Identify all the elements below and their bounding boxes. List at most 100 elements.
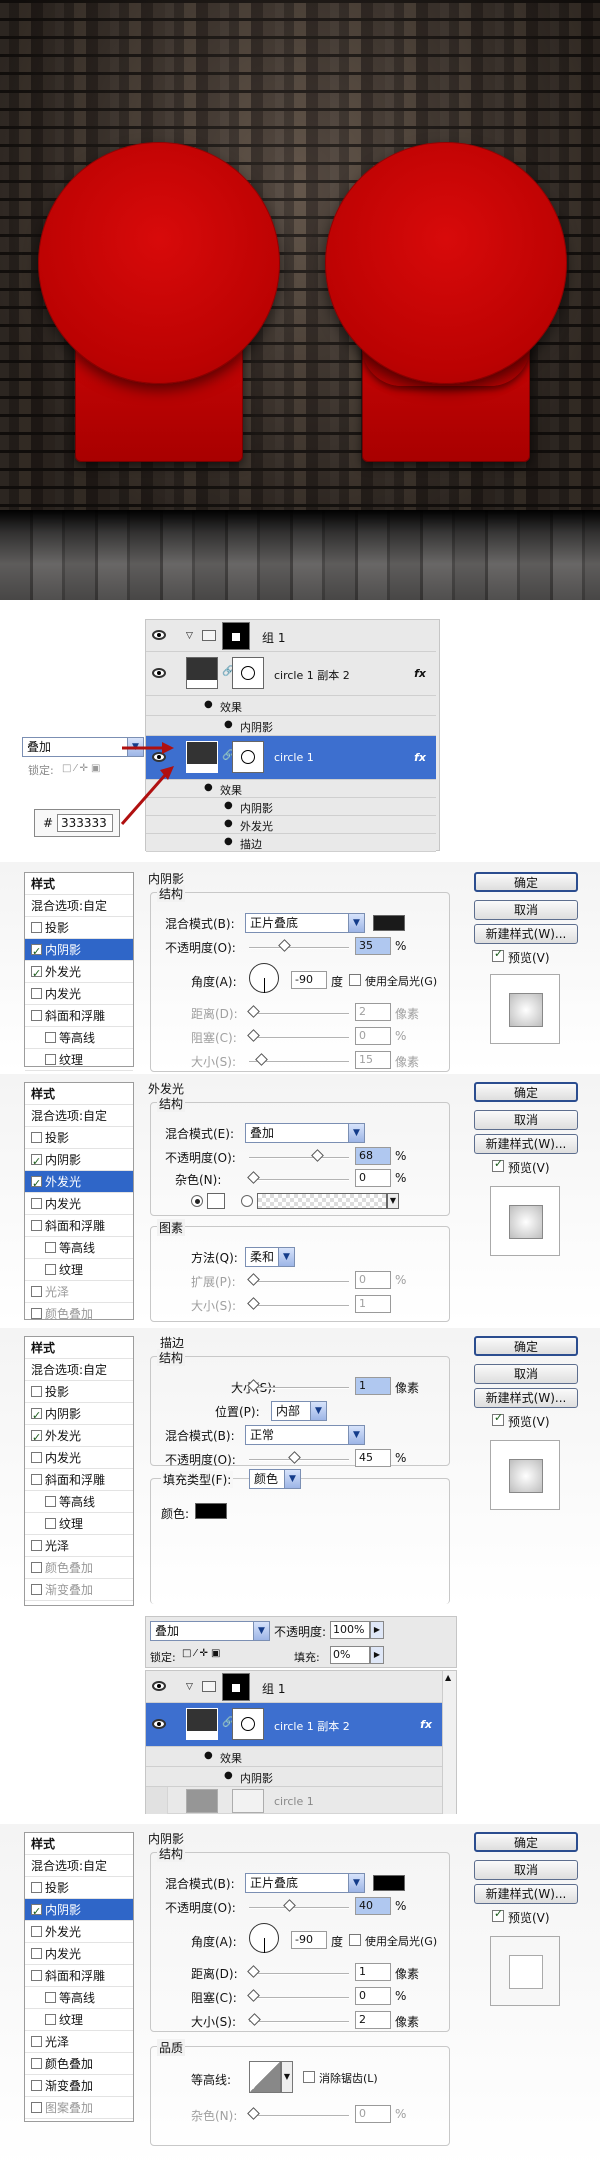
noise-slider[interactable]	[247, 2107, 349, 2120]
sidebar-outer-glow[interactable]: 外发光	[25, 1171, 133, 1195]
eye-icon[interactable]: ●	[224, 719, 233, 730]
preview-checkbox[interactable]	[492, 947, 504, 962]
effects-row[interactable]: ● 效果	[146, 1747, 442, 1767]
angle-input[interactable]: -90	[291, 971, 327, 989]
sidebar-color-overlay[interactable]: 颜色叠加	[25, 1303, 133, 1324]
preview-checkbox[interactable]	[492, 1411, 504, 1426]
chevron-down-icon[interactable]: ▼	[387, 1193, 399, 1209]
sidebar-inner-shadow[interactable]: 内阴影	[25, 1403, 133, 1427]
slider-knob[interactable]	[247, 2107, 260, 2120]
stroke-color-swatch[interactable]	[195, 1503, 227, 1519]
preview-checkbox[interactable]	[492, 1157, 504, 1172]
sidebar-inner-glow[interactable]: 内发光	[25, 1447, 133, 1469]
opacity-input[interactable]: 45	[355, 1449, 391, 1467]
styles-header[interactable]: 样式	[25, 873, 133, 895]
slider-knob[interactable]	[247, 1297, 260, 1310]
sidebar-drop-shadow[interactable]: 投影	[25, 1127, 133, 1149]
opacity-slider[interactable]	[249, 939, 349, 952]
layer-row-circle1[interactable]: circle 1	[146, 1787, 442, 1814]
eye-icon[interactable]: ●	[204, 1750, 213, 1761]
sidebar-texture[interactable]: 纹理	[25, 2009, 133, 2031]
slider-knob[interactable]	[255, 1053, 268, 1066]
eye-icon[interactable]: ●	[204, 699, 213, 710]
sidebar-drop-shadow[interactable]: 投影	[25, 917, 133, 939]
chevron-right-icon[interactable]: ▶	[370, 1621, 384, 1639]
sidebar-texture[interactable]: 纹理	[25, 1049, 133, 1071]
styles-header[interactable]: 样式	[25, 1833, 133, 1855]
solid-color-radio[interactable]	[191, 1195, 203, 1207]
disclosure-triangle-icon[interactable]: ▽	[186, 1682, 193, 1692]
size-slider[interactable]	[247, 1379, 349, 1392]
chevron-right-icon[interactable]: ▶	[370, 1646, 384, 1664]
size-slider[interactable]	[247, 1297, 349, 1310]
slider-knob[interactable]	[247, 1989, 260, 2002]
sidebar-blend-options[interactable]: 混合选项:自定	[25, 1359, 133, 1381]
sidebar-color-overlay[interactable]: 颜色叠加	[25, 1557, 133, 1579]
checkbox[interactable]	[45, 1054, 56, 1065]
position-select[interactable]: 内部 ▼	[271, 1401, 327, 1421]
antialias-checkbox[interactable]	[303, 2071, 315, 2083]
disclosure-triangle-icon[interactable]: ▽	[186, 631, 193, 641]
styles-header[interactable]: 样式	[25, 1337, 133, 1359]
sidebar-bevel[interactable]: 斜面和浮雕	[25, 1965, 133, 1987]
eye-icon[interactable]: ●	[204, 782, 213, 793]
stroke-effect-row[interactable]: ● 描边	[146, 834, 436, 852]
distance-input[interactable]: 2	[355, 1003, 391, 1021]
sidebar-contour[interactable]: 等高线	[25, 1027, 133, 1049]
blend-mode-select[interactable]: 正片叠底 ▼	[245, 1873, 365, 1893]
cancel-button[interactable]: 取消	[474, 1860, 578, 1880]
layer-row-group[interactable]: ▽ 组 1	[146, 620, 436, 652]
angle-input[interactable]: -90	[291, 1931, 327, 1949]
sidebar-inner-glow[interactable]: 内发光	[25, 1193, 133, 1215]
scrollbar[interactable]: ▲	[442, 1671, 456, 1814]
new-style-button[interactable]: 新建样式(W)...	[474, 1134, 578, 1154]
fx-icon[interactable]: fx	[414, 667, 426, 680]
blend-mode-select[interactable]: 叠加 ▼	[245, 1123, 365, 1143]
sidebar-inner-glow[interactable]: 内发光	[25, 1943, 133, 1965]
sidebar-drop-shadow[interactable]: 投影	[25, 1877, 133, 1899]
checkbox[interactable]	[31, 922, 42, 933]
fill-input[interactable]: 0%	[330, 1646, 370, 1664]
distance-slider[interactable]	[247, 1965, 349, 1978]
sidebar-satin[interactable]: 光泽	[25, 2031, 133, 2053]
noise-input[interactable]: 0	[355, 2105, 391, 2123]
preview-checkbox[interactable]	[492, 1907, 504, 1922]
new-style-button[interactable]: 新建样式(W)...	[474, 1884, 578, 1904]
size-input[interactable]: 1	[355, 1295, 391, 1313]
noise-input[interactable]: 0	[355, 1169, 391, 1187]
angle-dial[interactable]	[249, 963, 279, 993]
sidebar-blend-options[interactable]: 混合选项:自定	[25, 1105, 133, 1127]
slider-knob[interactable]	[288, 1451, 301, 1464]
blend-mode-select[interactable]: 叠加 ▼	[150, 1621, 270, 1641]
sidebar-satin[interactable]: 光泽	[25, 1535, 133, 1557]
layer-row-group[interactable]: ▽ 组 1	[146, 1671, 442, 1703]
opacity-slider[interactable]	[249, 1899, 349, 1912]
opacity-input[interactable]: 40	[355, 1897, 391, 1915]
sidebar-gradient-overlay[interactable]: 渐变叠加	[25, 1579, 133, 1601]
sidebar-satin[interactable]: 光泽	[25, 1281, 133, 1303]
ok-button[interactable]: 确定	[474, 872, 578, 892]
method-select[interactable]: 柔和 ▼	[245, 1247, 295, 1267]
visibility-eye-icon[interactable]	[152, 630, 166, 640]
opacity-input[interactable]: 100%	[330, 1621, 370, 1639]
slider-knob[interactable]	[247, 1965, 260, 1978]
checkbox[interactable]	[31, 1010, 42, 1021]
sidebar-blend-options[interactable]: 混合选项:自定	[25, 1855, 133, 1877]
choke-input[interactable]: 0	[355, 1987, 391, 2005]
chevron-down-icon[interactable]: ▼	[281, 2061, 293, 2093]
distance-slider[interactable]	[247, 1005, 349, 1018]
sidebar-blend-options[interactable]: 混合选项:自定	[25, 895, 133, 917]
spread-slider[interactable]	[247, 1273, 349, 1286]
sidebar-inner-shadow[interactable]: 内阴影	[25, 1149, 133, 1173]
layer-row-copy[interactable]: 🔗 circle 1 副本 2 fx	[146, 652, 436, 696]
global-light-checkbox[interactable]	[349, 1934, 361, 1946]
size-input[interactable]: 1	[355, 1377, 391, 1395]
cancel-button[interactable]: 取消	[474, 900, 578, 920]
sidebar-inner-glow[interactable]: 内发光	[25, 983, 133, 1005]
slider-knob[interactable]	[247, 1171, 260, 1184]
ok-button[interactable]: 确定	[474, 1082, 578, 1102]
slider-knob[interactable]	[247, 1005, 260, 1018]
new-style-button[interactable]: 新建样式(W)...	[474, 924, 578, 944]
slider-knob[interactable]	[278, 939, 291, 952]
sidebar-pattern-overlay[interactable]: 图案叠加	[25, 2097, 133, 2119]
